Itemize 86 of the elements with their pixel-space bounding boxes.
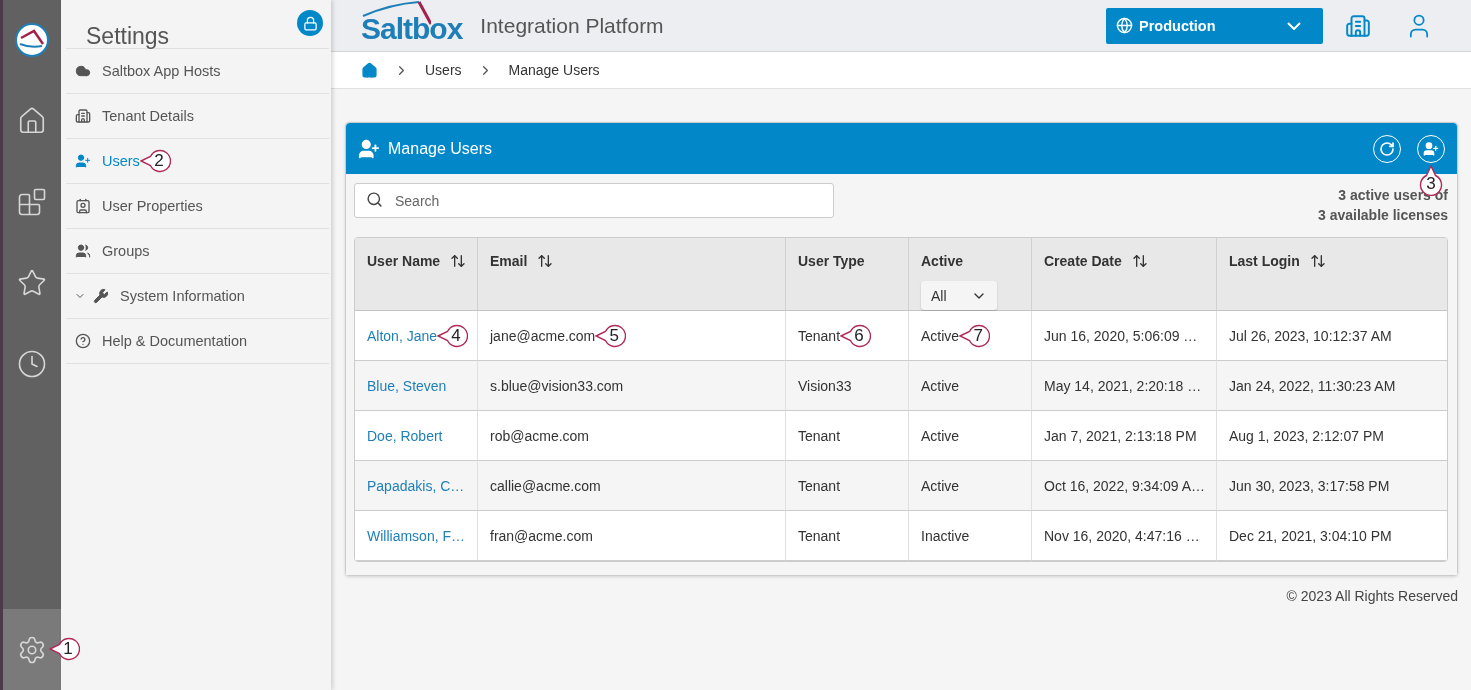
table-cell: callie@acme.com: [490, 477, 601, 494]
user-name-link[interactable]: Alton, Jane: [367, 327, 438, 344]
table-cell: Tenant: [798, 427, 841, 444]
table-cell: Active: [921, 327, 960, 344]
search-field[interactable]: Search: [354, 183, 834, 218]
table-cell: Inactive: [921, 527, 970, 544]
table-cell: rob@acme.com: [490, 427, 590, 444]
app-title: Integration Platform: [480, 13, 664, 38]
sidebar-item[interactable]: System Information: [66, 274, 245, 318]
copyright-text: © 2023 All Rights Reserved: [1286, 588, 1458, 604]
table-cell: jane@acme.com: [490, 327, 596, 344]
sidebar-item[interactable]: Groups: [66, 229, 150, 273]
filter-dropdown[interactable]: All: [921, 281, 997, 310]
sort-icon[interactable]: [1131, 253, 1148, 269]
breadcrumb-link[interactable]: Users: [425, 62, 462, 78]
panel-title: Manage Users: [388, 139, 493, 158]
user-add-icon: [1423, 140, 1439, 157]
column-header: User Type: [786, 238, 909, 311]
user-name-link[interactable]: Doe, Robert: [367, 427, 443, 444]
settings-icon: [17, 634, 47, 665]
clock-icon: [17, 348, 47, 379]
refresh-icon: [1379, 140, 1395, 157]
table-cell: Jan 7, 2021, 2:13:18 PM: [1044, 427, 1197, 444]
sort-icon[interactable]: [1309, 253, 1326, 269]
table-cell: Jun 30, 2023, 3:17:58 PM: [1229, 477, 1390, 494]
star-icon: [17, 267, 47, 298]
column-header: Active All: [909, 238, 1032, 311]
sort-icon[interactable]: [450, 253, 467, 269]
search-icon: [366, 191, 383, 208]
home-icon[interactable]: [361, 61, 378, 79]
sort-icon[interactable]: [537, 253, 554, 269]
table-cell: Aug 1, 2023, 2:12:07 PM: [1229, 427, 1384, 444]
table-cell: Jun 16, 2020, 5:06:09 …: [1044, 327, 1198, 344]
table-cell: Jul 26, 2023, 10:12:37 AM: [1229, 327, 1392, 344]
sidebar-item[interactable]: Help & Documentation: [66, 319, 248, 363]
apps-icon: [17, 186, 47, 217]
table-cell: fran@acme.com: [490, 527, 593, 544]
environment-dropdown[interactable]: Production: [1106, 7, 1323, 44]
cloud-icon: [75, 63, 91, 79]
callout-marker: 2: [139, 149, 171, 173]
callout-marker: 7: [959, 323, 991, 348]
caret-icon: [1287, 21, 1301, 30]
table-cell: Vision33: [798, 377, 852, 394]
table-cell: Tenant: [798, 527, 841, 544]
user-name-link[interactable]: Blue, Steven: [367, 377, 447, 394]
table-cell: May 14, 2021, 2:20:18 …: [1044, 377, 1202, 394]
table-cell: Dec 21, 2021, 3:04:10 PM: [1229, 527, 1392, 544]
user-name-link[interactable]: Williamson, F…: [367, 527, 465, 544]
sidebar-item[interactable]: User Properties: [66, 184, 203, 228]
column-header[interactable]: User Name: [355, 238, 478, 311]
breadcrumb-link[interactable]: Manage Users: [508, 62, 600, 78]
table-cell: Active: [921, 427, 960, 444]
user-add-icon: [358, 137, 380, 160]
building-icon[interactable]: [1345, 12, 1371, 39]
logo-icon: [14, 22, 50, 58]
column-header[interactable]: Last Login: [1217, 238, 1447, 311]
lock-button[interactable]: [297, 10, 323, 36]
table-cell: Oct 16, 2022, 9:34:09 A…: [1044, 477, 1206, 494]
callout-marker: 5: [595, 323, 627, 348]
table-cell: Nov 16, 2020, 4:47:16 …: [1044, 527, 1200, 544]
table-cell: Active: [921, 377, 960, 394]
column-header[interactable]: Email: [478, 238, 786, 311]
building-icon: [75, 108, 91, 124]
wrench-icon: [93, 288, 109, 304]
callout-marker: 6: [840, 323, 872, 348]
table-cell: Active: [921, 477, 960, 494]
id-card-icon: [75, 198, 91, 214]
sidebar-item[interactable]: Users: [66, 139, 140, 183]
group-icon: [75, 243, 91, 259]
user-add-icon: [75, 153, 91, 169]
lock-icon: [302, 15, 318, 31]
home-icon: [17, 105, 47, 136]
sidebar-item[interactable]: Saltbox App Hosts: [66, 49, 221, 93]
globe-icon: [1116, 17, 1133, 34]
sidebar-title: Settings: [86, 23, 170, 50]
table-cell: Tenant: [798, 477, 841, 494]
sidebar-item[interactable]: Tenant Details: [66, 94, 194, 138]
license-text: 3 available licenses: [1318, 207, 1448, 223]
table-cell: s.blue@vision33.com: [490, 377, 624, 394]
table-cell: Tenant: [798, 327, 841, 344]
help-icon: [75, 333, 91, 349]
table-cell: Jan 24, 2022, 11:30:23 AM: [1229, 377, 1396, 394]
callout-marker: 4: [437, 323, 469, 348]
rail-button[interactable]: [3, 609, 61, 690]
user-name-link[interactable]: Papadakis, C…: [367, 477, 465, 494]
column-header[interactable]: Create Date: [1032, 238, 1217, 311]
